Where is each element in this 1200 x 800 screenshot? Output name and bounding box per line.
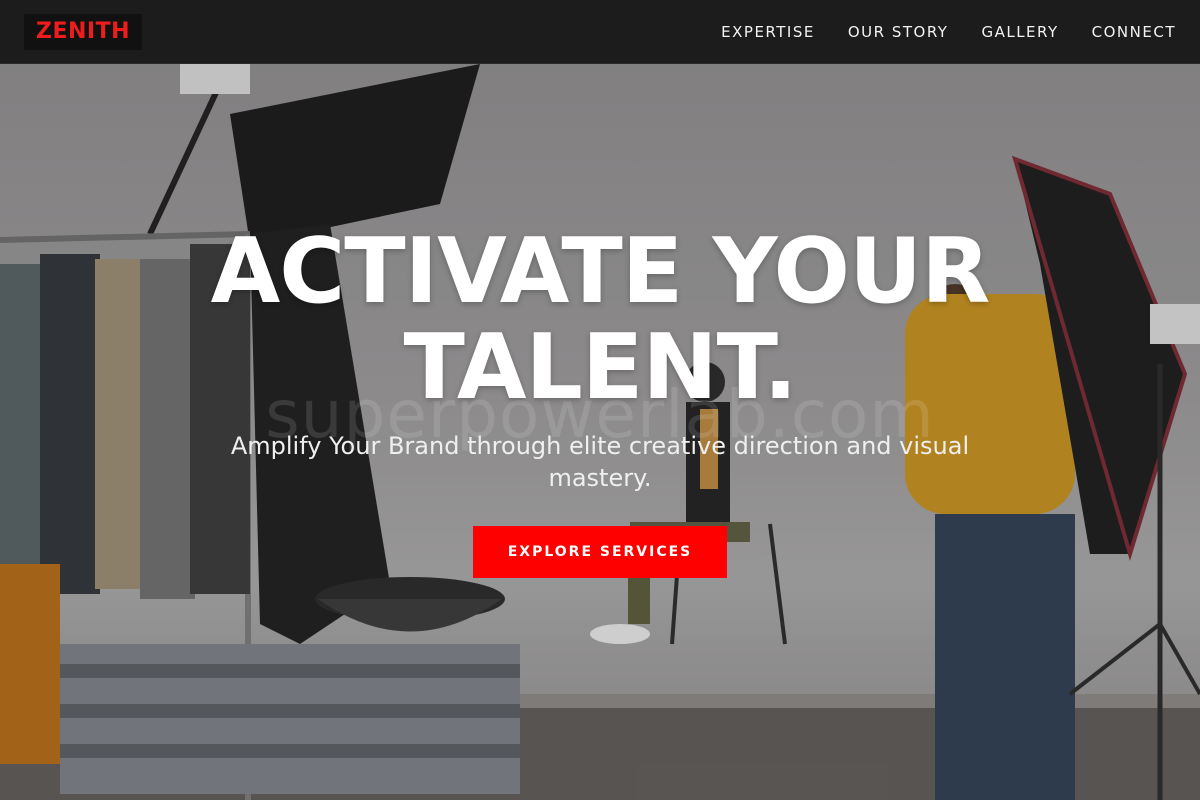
nav-link-expertise[interactable]: EXPERTISE	[721, 23, 815, 41]
top-navigation: ZENITH EXPERTISE OUR STORY GALLERY CONNE…	[0, 0, 1200, 64]
nav-link-connect[interactable]: CONNECT	[1092, 23, 1176, 41]
nav-menu: EXPERTISE OUR STORY GALLERY CONNECT	[721, 23, 1176, 41]
nav-link-gallery[interactable]: GALLERY	[981, 23, 1058, 41]
hero-headline: ACTIVATE YOUR TALENT.	[0, 224, 1200, 416]
explore-services-button[interactable]: EXPLORE SERVICES	[473, 526, 727, 578]
hero-headline-line2: TALENT.	[403, 315, 797, 420]
hero-subheading: Amplify Your Brand through elite creativ…	[230, 432, 970, 492]
hero-section: superpowerlab.com ACTIVATE YOUR TALENT. …	[0, 64, 1200, 800]
hero-headline-line1: ACTIVATE YOUR	[210, 219, 991, 324]
brand-logo[interactable]: ZENITH	[24, 13, 142, 50]
nav-link-our-story[interactable]: OUR STORY	[848, 23, 949, 41]
